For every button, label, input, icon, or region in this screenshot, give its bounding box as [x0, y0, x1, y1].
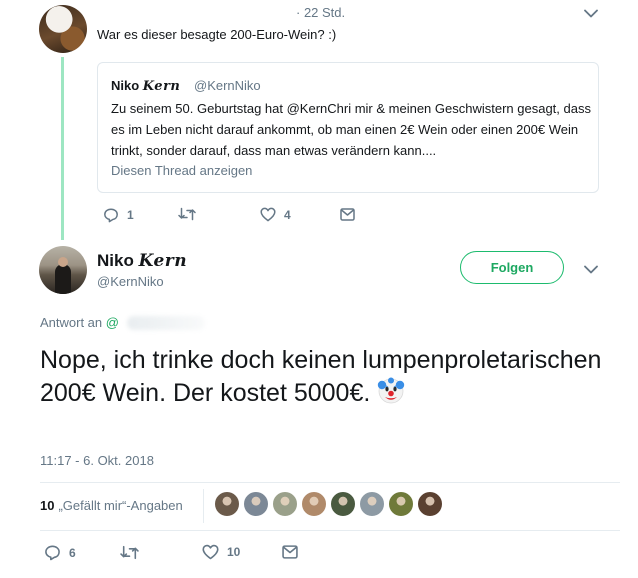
reply-to-mention[interactable]: @ — [106, 315, 119, 330]
chevron-down-icon[interactable] — [584, 265, 598, 274]
likes-count: 10 — [40, 498, 55, 513]
reply-icon — [104, 208, 118, 223]
dm-button[interactable] — [282, 545, 298, 559]
main-author-avatar[interactable] — [39, 246, 87, 294]
likes-label: „Gefällt mir“-Angaben — [58, 498, 183, 513]
quoted-tweet-card[interactable]: Niko Kern @KernNiko Zu seinem 50. Geburt… — [97, 62, 599, 193]
reply-button[interactable]: 1 — [103, 207, 134, 223]
liker-avatar[interactable] — [301, 491, 327, 517]
main-author-handle[interactable]: @KernNiko — [97, 274, 164, 289]
chevron-down-icon[interactable] — [584, 9, 598, 18]
retweet-icon — [120, 545, 139, 560]
heart-icon — [260, 207, 276, 222]
tweet-timestamp[interactable]: 11:17 - 6. Okt. 2018 — [40, 453, 154, 468]
reply-text: War es dieser besagte 200-Euro-Wein? :) — [97, 27, 337, 42]
reply-time[interactable]: · 22 Std. — [296, 5, 345, 20]
main-author-name[interactable]: Niko Kern — [97, 251, 187, 271]
heart-icon — [202, 544, 219, 560]
liker-avatar[interactable] — [243, 491, 269, 517]
reply-author-avatar[interactable] — [39, 5, 87, 53]
dm-icon — [340, 208, 355, 221]
quoted-author-name[interactable]: Niko Kern — [111, 78, 180, 94]
liker-avatar[interactable] — [388, 491, 414, 517]
retweet-icon — [178, 207, 196, 221]
liker-avatar[interactable] — [359, 491, 385, 517]
thread-connector — [61, 57, 64, 240]
liker-avatar[interactable] — [272, 491, 298, 517]
dm-button[interactable] — [340, 208, 355, 221]
liker-avatar[interactable] — [417, 491, 443, 517]
reply-count: 6 — [69, 545, 76, 560]
like-button[interactable]: 4 — [260, 207, 291, 222]
reply-button[interactable]: 6 — [44, 544, 76, 561]
retweet-button[interactable] — [120, 545, 139, 560]
quoted-author-handle[interactable]: @KernNiko — [194, 78, 261, 93]
liker-avatar[interactable] — [330, 491, 356, 517]
liker-avatars — [214, 491, 446, 517]
quoted-tweet-text: Zu seinem 50. Geburtstag hat @KernChri m… — [111, 101, 591, 158]
like-count: 4 — [284, 207, 291, 222]
show-thread-link[interactable]: Diesen Thread anzeigen — [111, 163, 252, 178]
divider — [40, 482, 620, 483]
dm-icon — [282, 545, 298, 559]
main-tweet-text: Nope, ich trinke doch keinen lumpenprole… — [40, 346, 602, 407]
reply-count: 1 — [127, 208, 134, 222]
reply-to-line: Antwort an @ — [40, 315, 119, 330]
divider — [203, 489, 204, 523]
likes-summary[interactable]: 10 „Gefällt mir“-Angaben — [40, 498, 183, 513]
follow-button[interactable]: Folgen — [460, 251, 564, 284]
like-button[interactable]: 10 — [202, 544, 240, 560]
liker-avatar[interactable] — [214, 491, 240, 517]
retweet-button[interactable] — [178, 207, 196, 221]
clown-emoji — [378, 377, 405, 404]
like-count: 10 — [227, 545, 241, 559]
redacted-handle — [127, 316, 205, 330]
divider — [40, 530, 620, 531]
reply-icon — [45, 545, 60, 561]
